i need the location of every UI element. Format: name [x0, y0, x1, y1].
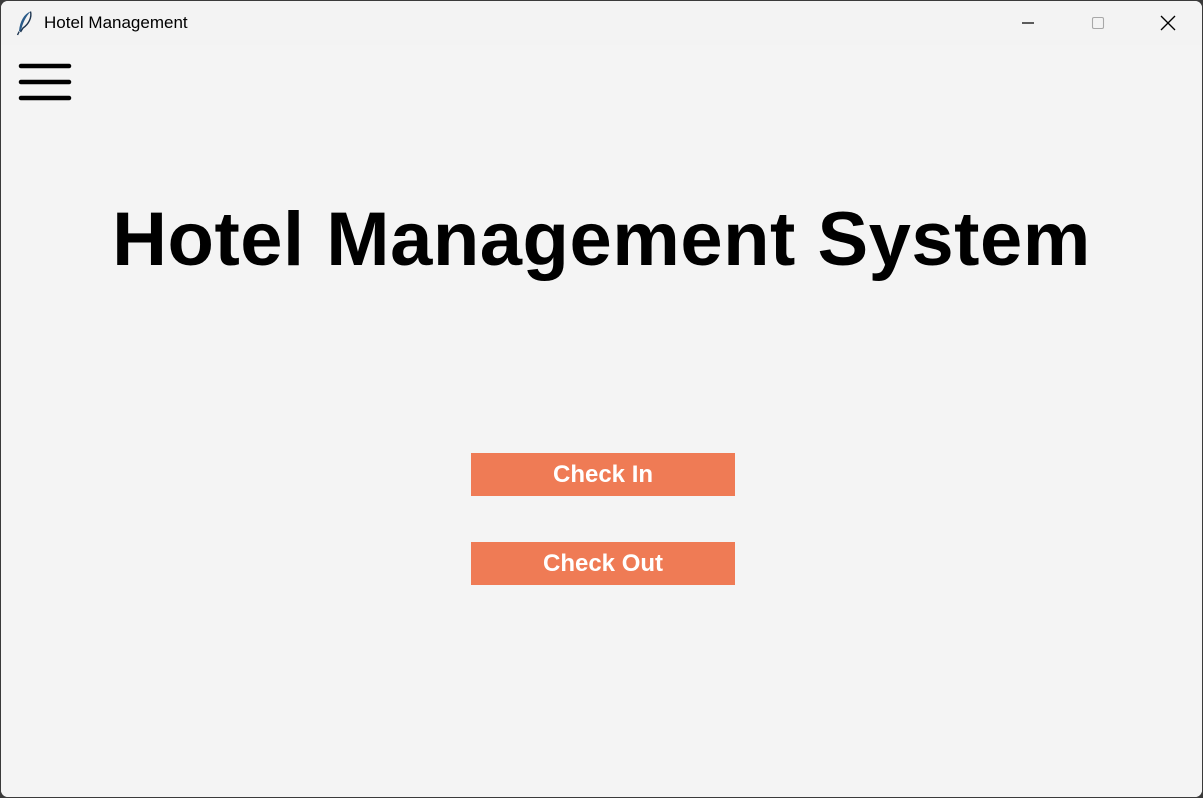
main-content: Hotel Management System Check In Check O… [1, 45, 1202, 797]
app-window: Hotel Management Hotel Management System… [1, 1, 1202, 797]
close-button[interactable] [1133, 1, 1202, 45]
maximize-icon [1091, 16, 1105, 30]
check-in-button[interactable]: Check In [471, 453, 735, 496]
check-out-button[interactable]: Check Out [471, 542, 735, 585]
close-icon [1160, 15, 1176, 31]
hamburger-menu-icon [18, 63, 72, 101]
title-bar[interactable]: Hotel Management [1, 1, 1202, 45]
minimize-button[interactable] [993, 1, 1063, 45]
menu-button[interactable] [18, 62, 72, 102]
window-title: Hotel Management [44, 13, 188, 32]
minimize-icon [1022, 22, 1034, 24]
feather-icon [16, 11, 32, 36]
maximize-button[interactable] [1063, 1, 1133, 45]
page-title: Hotel Management System [112, 197, 1091, 282]
